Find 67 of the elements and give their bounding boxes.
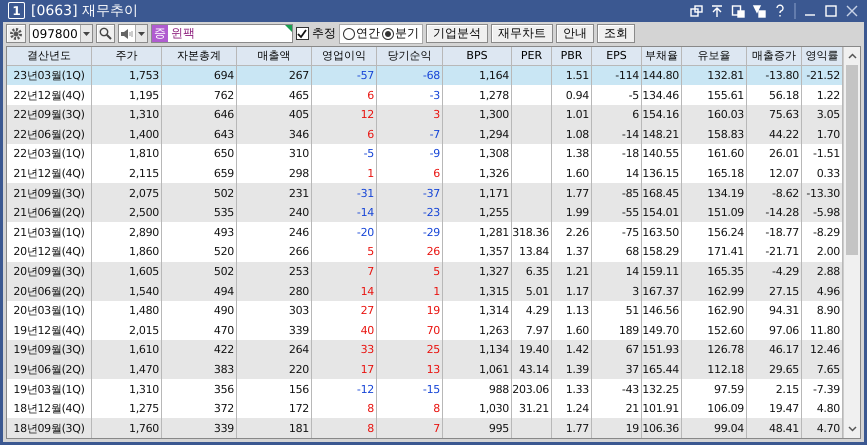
table-cell: 995 [443, 418, 512, 438]
column-header: 영업이익 [312, 46, 377, 65]
period-radio[interactable]: 분기 [382, 25, 419, 42]
column-header: 당기순익 [377, 46, 443, 65]
column-header: PBR [552, 46, 592, 65]
window-number-badge: 1 [8, 2, 25, 20]
toolbar-button[interactable]: 기업분석 [426, 24, 488, 44]
table-cell: 99.04 [682, 418, 747, 438]
radio-icon[interactable] [342, 28, 355, 40]
toolbar-button[interactable]: 재무차트 [490, 24, 553, 44]
column-header: 매출증가 [747, 46, 802, 65]
table-row[interactable]: 20년09월(3Q) 1,605 502 253 7 5 1,327 6.35 1.21 14 159.11 165.35 -4.29 2.88 [7, 262, 843, 282]
window-title: [0663] 재무추이 [31, 2, 140, 20]
table-row[interactable]: 19년06월(2Q) 1,470 383 220 17 13 1,061 43.14 1.39 37 165.44 112.18 29.65 7.65 [7, 360, 843, 380]
table-cell: 19 [592, 418, 642, 438]
table-row[interactable]: 22년09월(3Q) 1,310 646 405 12 3 1,300 1.01 6 154.16 160.03 75.63 3.05 [7, 104, 843, 124]
table-row[interactable]: 19년09월(3Q) 1,610 422 264 33 25 1,134 19.40 1.42 67 151.93 126.78 46.17 12.46 [7, 340, 843, 360]
column-header: 자본총계 [162, 46, 237, 65]
column-header: 유보율 [682, 46, 747, 65]
table-row[interactable]: 21년09월(3Q) 2,075 502 231 -31 -37 1,171 1.77 -85 168.45 134.19 -8.62 -13.30 [7, 183, 843, 203]
checkbox-icon[interactable] [296, 27, 309, 40]
estimate-checkbox[interactable]: 추정 [296, 25, 336, 42]
radio-icon[interactable] [382, 28, 394, 40]
column-header: 부채율 [642, 46, 682, 65]
table-row[interactable]: 22년06월(2Q) 1,400 643 346 6 -7 1,294 1.08 -14 148.21 158.83 44.22 1.70 [7, 124, 843, 144]
maximize-icon[interactable] [824, 4, 838, 18]
column-header: 매출액 [237, 46, 312, 65]
column-header: PER [512, 46, 552, 65]
settings-button[interactable] [6, 24, 26, 44]
toolbar-button[interactable]: 안내 [556, 24, 594, 44]
column-header: BPS [443, 46, 512, 65]
table-cell: 106.36 [642, 418, 682, 438]
caret-icon [138, 32, 145, 36]
search-button[interactable] [96, 24, 115, 44]
period-radio[interactable]: 연간 [342, 25, 380, 42]
table-row[interactable]: 18년12월(4Q) 1,275 372 172 8 8 1,030 31.21 1.24 21 101.91 106.09 19.47 4.80 [7, 398, 843, 418]
stock-code-combo[interactable]: 097800 [29, 24, 93, 44]
column-header: 결산년도 [7, 46, 92, 65]
close-icon[interactable] [845, 4, 859, 18]
toolbar-button[interactable]: 조회 [596, 24, 635, 44]
caret-icon [82, 32, 90, 36]
column-header: EPS [592, 46, 642, 65]
scrollbar[interactable] [843, 46, 860, 438]
table-cell: 7 [377, 418, 443, 438]
table-cell: 339 [162, 418, 237, 438]
gear-icon [9, 26, 23, 41]
pin-top-icon[interactable] [710, 4, 724, 18]
table-row[interactable]: 21년06월(2Q) 2,500 535 240 -14 -23 1,255 1.99 -55 154.01 151.09 -14.28 -5.98 [7, 202, 843, 222]
table-cell: 8 [312, 418, 377, 438]
table-row[interactable]: 23년03월(1Q) 1,753 694 267 -57 -68 1,164 1.51 -114 144.80 132.81 -13.80 -21.52 [7, 66, 843, 86]
speaker-icon [118, 26, 135, 41]
table-cell: 48.41 [747, 418, 802, 438]
table-cell: 18년09월(3Q) [7, 418, 92, 438]
table-row[interactable]: 20년06월(2Q) 1,540 494 280 14 1 1,315 5.01 1.17 3 167.37 162.99 27.15 4.96 [7, 281, 843, 301]
divider-icon [794, 2, 796, 19]
table-row[interactable]: 18년09월(3Q) 1,760 339 181 8 7 995 1.77 19 106.36 99.04 48.41 4.70 [7, 418, 843, 438]
table-cell: 181 [237, 418, 312, 438]
table-row[interactable]: 21년12월(4Q) 2,115 659 298 1 6 1,326 1.60 14 136.15 165.18 12.07 0.33 [7, 164, 843, 184]
column-header: 주가 [92, 46, 162, 65]
scroll-up-icon[interactable] [848, 52, 856, 59]
stock-name-field[interactable]: 증 윈팩 [150, 24, 293, 44]
table-cell: 1.77 [552, 418, 592, 438]
table-cell: 1,760 [92, 418, 162, 438]
window-link-icon[interactable] [689, 4, 703, 18]
search-icon [98, 27, 112, 40]
scroll-down-icon[interactable] [848, 426, 856, 432]
sound-combo[interactable] [118, 24, 148, 44]
